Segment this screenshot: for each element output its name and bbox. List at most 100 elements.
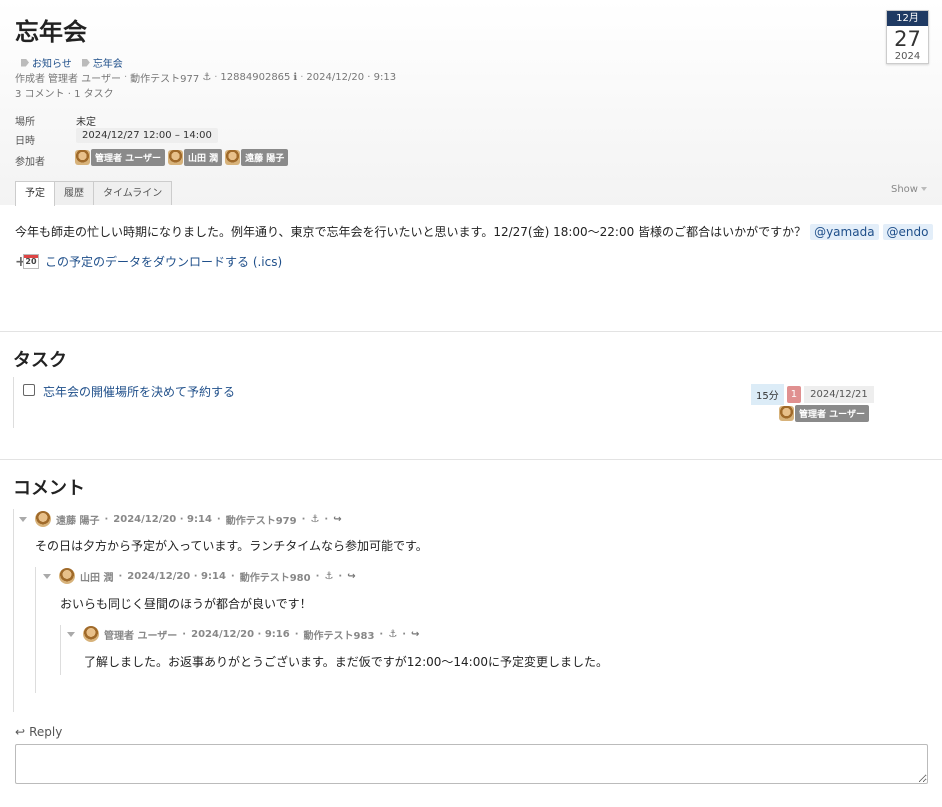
- date-badge-day: 27: [894, 27, 921, 51]
- author-name[interactable]: 管理者 ユーザー: [48, 70, 121, 85]
- comment-header: 遠藤 陽子 · 2024/12/20 · 9:14 · 動作テスト979 · ⚓…: [19, 511, 342, 527]
- task-badges: 15分 1 2024/12/21: [751, 384, 874, 405]
- avatar: [83, 626, 99, 642]
- attendee[interactable]: 山田 潤: [167, 149, 223, 166]
- reply-textarea[interactable]: [15, 744, 928, 784]
- avatar: [59, 568, 75, 584]
- tag-icon: [21, 58, 29, 67]
- comment-text: 了解しました。お返事ありがとうございます。まだ仮ですが12:00〜14:00に予…: [84, 655, 608, 669]
- section-divider: [0, 459, 942, 460]
- attendee-name: 管理者 ユーザー: [91, 149, 165, 166]
- attendee[interactable]: 管理者 ユーザー: [75, 149, 165, 166]
- task-title[interactable]: 忘年会の開催場所を決めて予約する: [43, 383, 235, 400]
- reply-icon[interactable]: ↪: [333, 514, 341, 525]
- event-meta: 作成者 管理者 ユーザー · 動作テスト977 ⚓ · 12884902865 …: [15, 70, 397, 85]
- section-divider: [0, 331, 942, 332]
- tag-label: お知らせ: [32, 59, 72, 70]
- collapse-icon[interactable]: [67, 631, 75, 637]
- anchor-icon[interactable]: ⚓: [388, 629, 397, 640]
- tab-bar: 予定 履歴 タイムライン: [15, 181, 173, 206]
- task-duration: 15分: [751, 384, 784, 405]
- comment-task-counts: 3 コメント · 1 タスク: [15, 89, 114, 100]
- comment-text: おいらも同じく昼間のほうが都合が良いです！: [60, 597, 312, 611]
- event-id: 12884902865: [220, 72, 291, 83]
- datetime-text: 2024/12/27 12:00 – 14:00: [76, 128, 218, 143]
- datetime-label: 日時: [15, 136, 35, 147]
- reply-link[interactable]: ↩ Reply: [15, 725, 62, 739]
- tag-label: 忘年会: [92, 59, 123, 70]
- reply-icon[interactable]: ↪: [411, 629, 419, 640]
- author-label: 作成者: [15, 74, 45, 85]
- comments-title: コメント: [13, 478, 85, 499]
- date-badge-month: 12月: [887, 11, 928, 26]
- datetime-value: 2024/12/27 12:00 – 14:00: [76, 128, 218, 143]
- comment-author[interactable]: 管理者 ユーザー: [104, 627, 177, 642]
- assignee-name: 管理者 ユーザー: [795, 405, 869, 422]
- meta-note: 動作テスト977: [130, 74, 200, 85]
- anchor-icon[interactable]: ⚓: [202, 72, 211, 83]
- download-label: この予定のデータをダウンロードする (.ics): [45, 255, 283, 269]
- avatar: [167, 150, 183, 165]
- attendees-label: 参加者: [15, 157, 45, 168]
- created-datetime: 2024/12/20 · 9:13: [306, 72, 397, 83]
- mention-link[interactable]: @endo: [882, 223, 933, 240]
- comment-datetime: 2024/12/20 · 9:14: [113, 513, 212, 525]
- attendee-list: 管理者 ユーザー 山田 潤 遠藤 陽子: [75, 149, 289, 166]
- avatar: [225, 150, 241, 165]
- comment-note: 動作テスト979: [225, 515, 297, 527]
- download-ics-link[interactable]: + 20 この予定のデータをダウンロードする (.ics): [15, 253, 282, 270]
- comment-author[interactable]: 遠藤 陽子: [56, 512, 99, 527]
- task-thread-line: [13, 377, 14, 428]
- date-badge: 12月 27 2024: [886, 10, 929, 64]
- info-icon[interactable]: ℹ: [293, 72, 297, 83]
- comment-thread-line: [13, 509, 14, 712]
- comment-author[interactable]: 山田 潤: [80, 569, 113, 584]
- tag-icon: [81, 58, 90, 67]
- tab-history[interactable]: 履歴: [54, 181, 94, 205]
- comment-thread-line: [35, 567, 36, 693]
- date-badge-year: 2024: [894, 51, 921, 62]
- mention-link[interactable]: @yamada: [810, 223, 879, 240]
- attendee[interactable]: 遠藤 陽子: [225, 149, 289, 166]
- comment-note: 動作テスト980: [239, 572, 311, 584]
- tag-list: お知らせ 忘年会: [21, 55, 123, 70]
- tasks-title: タスク: [13, 350, 67, 371]
- avatar: [75, 150, 90, 165]
- tab-schedule[interactable]: 予定: [15, 181, 55, 206]
- show-dropdown[interactable]: Show: [891, 184, 927, 195]
- comment-header: 管理者 ユーザー · 2024/12/20 · 9:16 · 動作テスト983 …: [67, 626, 419, 642]
- tag-link[interactable]: 忘年会: [81, 55, 123, 70]
- reply-icon[interactable]: ↪: [347, 571, 355, 582]
- calendar-add-icon: + 20: [15, 253, 40, 270]
- description-text: 今年も師走の忙しい時期になりました。例年通り、東京で忘年会を行いたいと思います。…: [15, 225, 807, 239]
- location-value: 未定: [76, 117, 96, 128]
- avatar: [35, 511, 51, 527]
- anchor-icon[interactable]: ⚓: [310, 514, 319, 525]
- comment-thread-line: [60, 625, 61, 675]
- collapse-icon[interactable]: [19, 516, 27, 522]
- comment-text: その日は夕方から予定が入っています。ランチタイムなら参加可能です。: [35, 539, 428, 553]
- anchor-icon[interactable]: ⚓: [324, 571, 333, 582]
- tab-timeline[interactable]: タイムライン: [93, 181, 173, 205]
- event-description: 今年も師走の忙しい時期になりました。例年通り、東京で忘年会を行いたいと思います。…: [15, 223, 933, 240]
- comment-header: 山田 潤 · 2024/12/20 · 9:14 · 動作テスト980 · ⚓ …: [43, 568, 356, 584]
- task-count-badge: 1: [786, 386, 802, 403]
- chevron-down-icon: [920, 187, 927, 191]
- reply-icon: ↩: [15, 725, 26, 739]
- reply-label: Reply: [29, 725, 63, 739]
- collapse-icon[interactable]: [43, 573, 51, 579]
- tag-link[interactable]: お知らせ: [21, 55, 72, 70]
- task-checkbox[interactable]: [23, 384, 35, 396]
- comment-note: 動作テスト983: [303, 630, 375, 642]
- page-title: 忘年会: [15, 18, 87, 46]
- task-assignee[interactable]: 管理者 ユーザー: [779, 405, 869, 422]
- comment-datetime: 2024/12/20 · 9:16: [191, 628, 290, 640]
- comment-datetime: 2024/12/20 · 9:14: [127, 570, 226, 582]
- show-label: Show: [891, 184, 918, 195]
- event-header: 忘年会 12月 27 2024 お知らせ 忘年会 作成者 管理者 ユーザー · …: [0, 0, 942, 206]
- task-due-date: 2024/12/21: [804, 386, 874, 403]
- avatar: [779, 406, 794, 421]
- attendee-name: 遠藤 陽子: [241, 149, 289, 166]
- location-label: 場所: [15, 117, 35, 128]
- attendee-name: 山田 潤: [183, 149, 223, 166]
